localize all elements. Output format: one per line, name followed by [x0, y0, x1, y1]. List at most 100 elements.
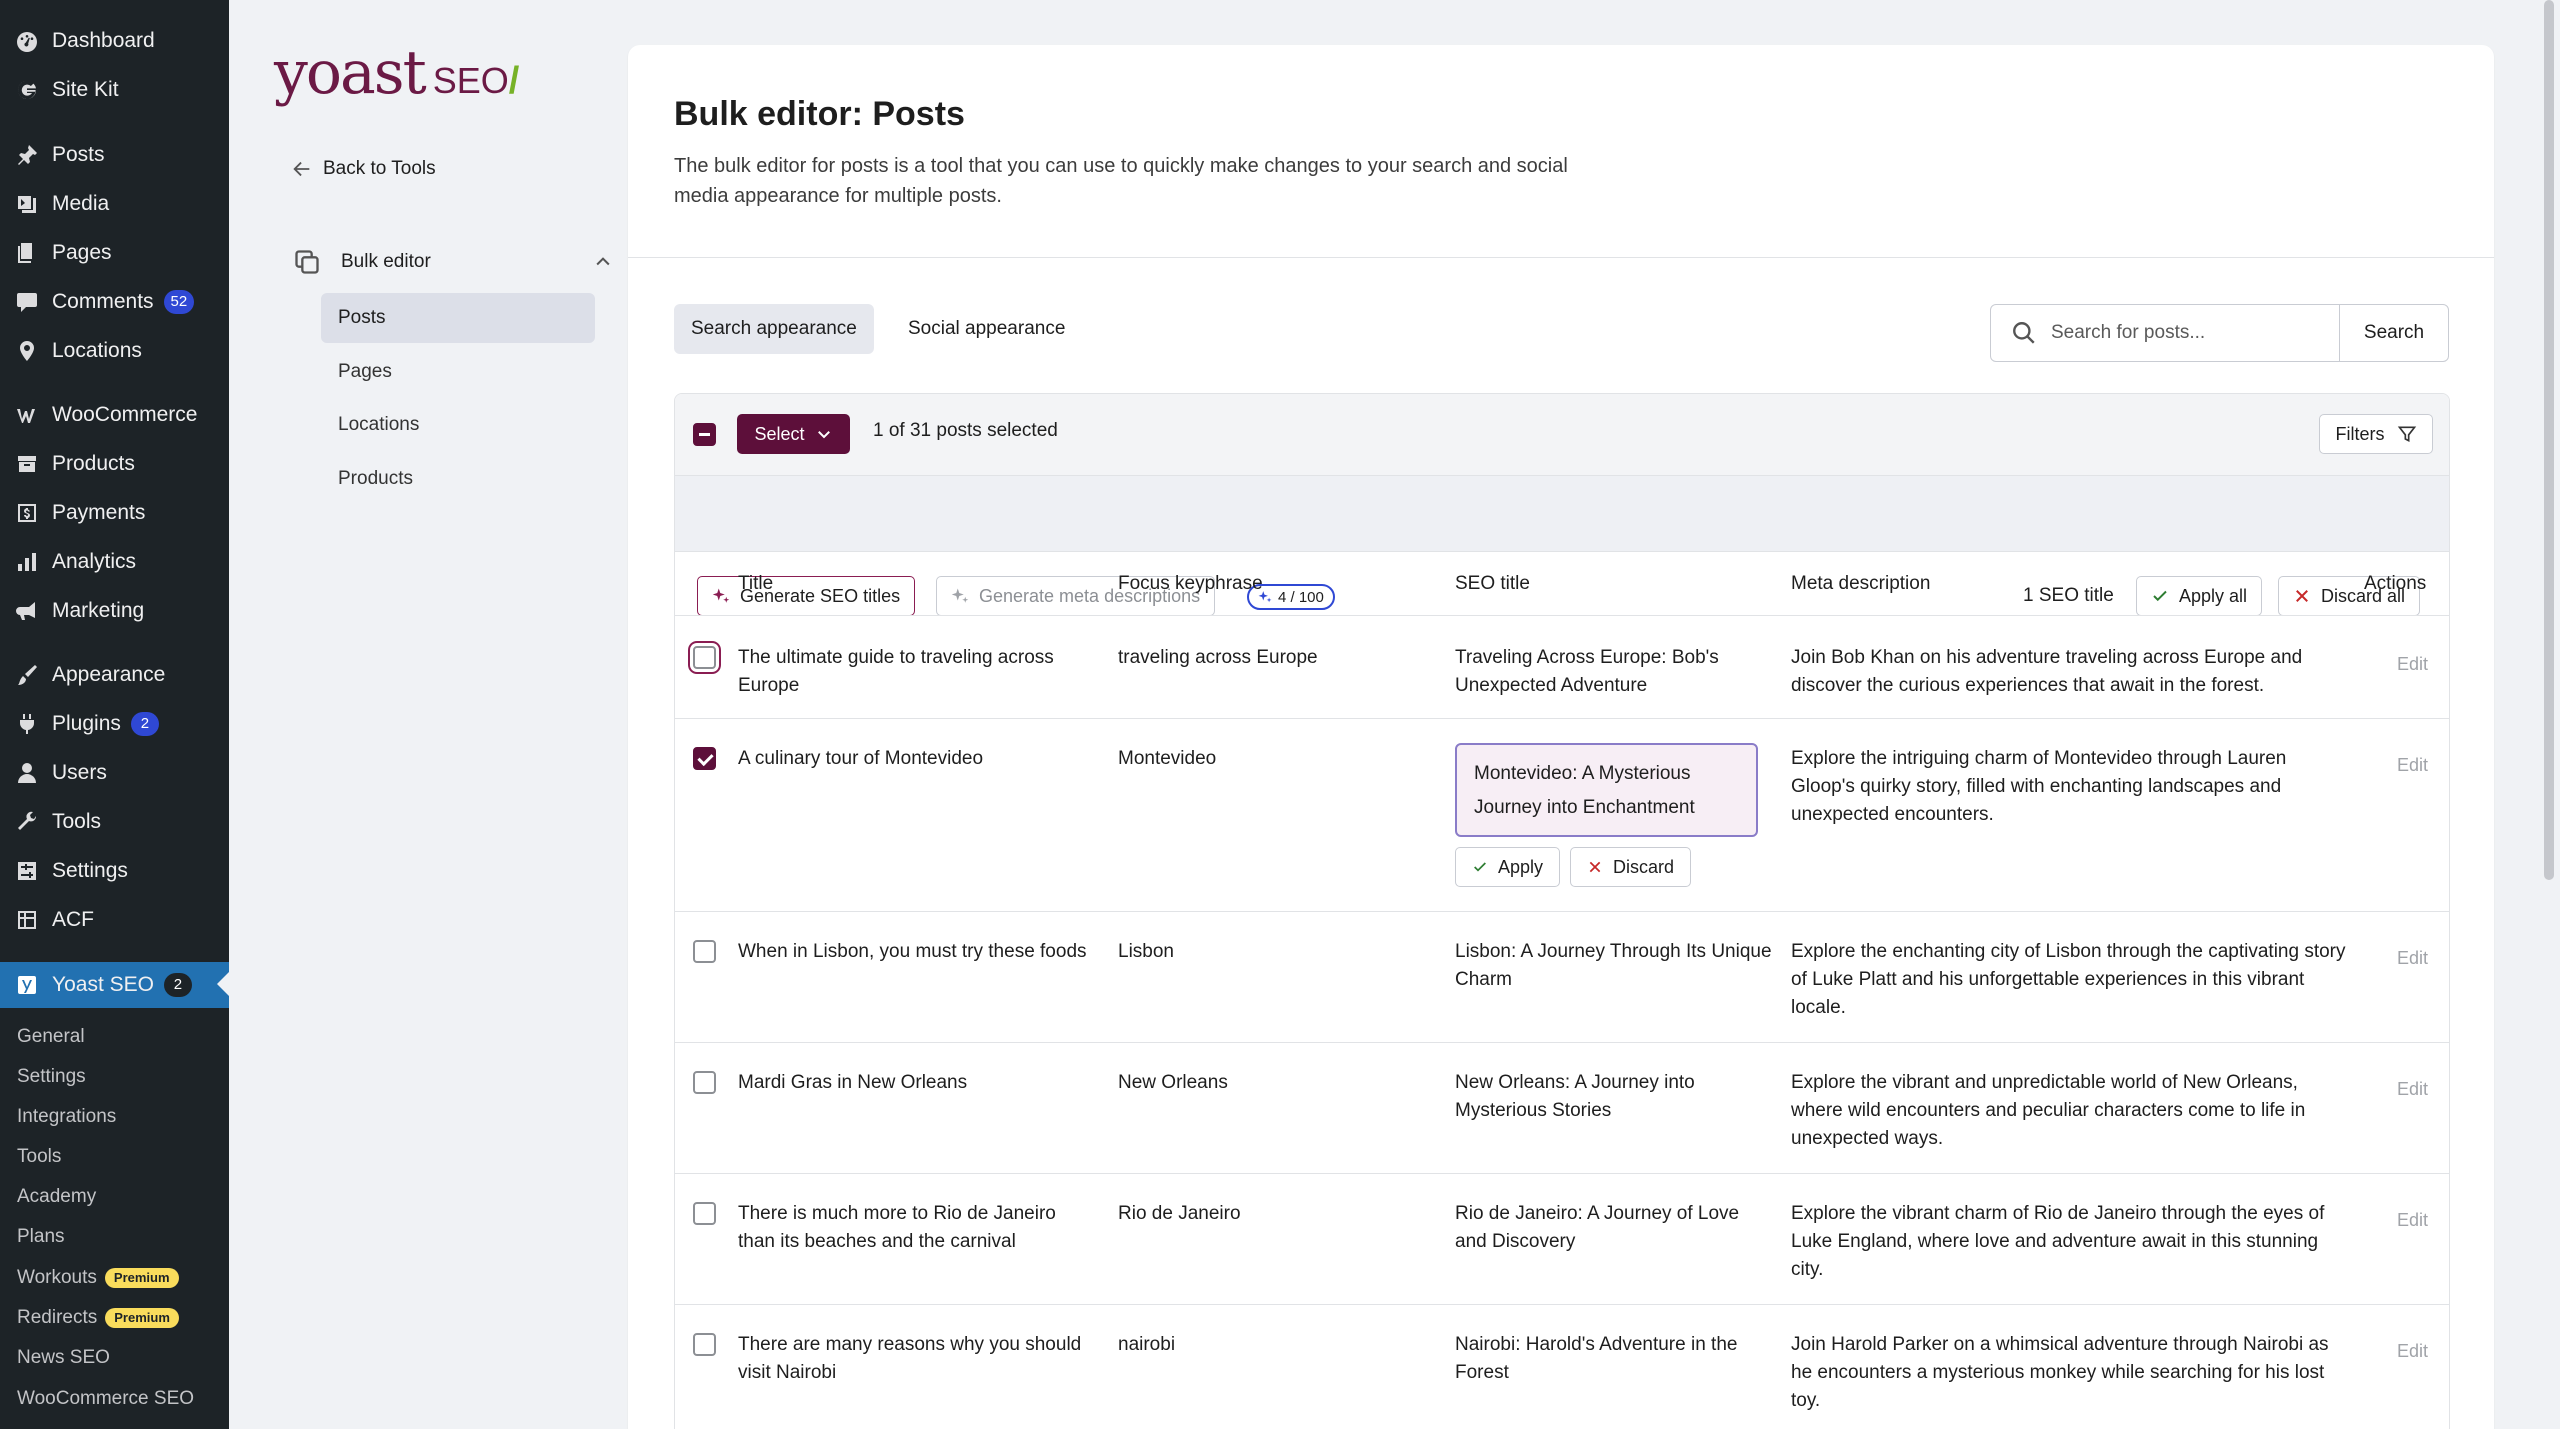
yoast-submenu-woocommerce-seo[interactable]: WooCommerce SEO — [17, 1384, 194, 1414]
analytics-icon — [14, 549, 40, 575]
meta-description: Explore the vibrant charm of Rio de Jane… — [1791, 1203, 2325, 1280]
nav-item-label: Pages — [338, 361, 392, 382]
page-title: Bulk editor: Posts — [674, 95, 965, 133]
close-icon — [1589, 861, 1601, 873]
menu-item-media[interactable]: Media — [0, 182, 229, 226]
yoast-submenu-news-seo[interactable]: News SEO — [17, 1343, 110, 1373]
post-title[interactable]: When in Lisbon, you must try these foods — [738, 938, 1088, 966]
edit-link[interactable]: Edit — [2397, 751, 2428, 779]
table-row: A culinary tour of Montevideo Montevideo… — [675, 719, 2449, 912]
meta-description: Explore the intriguing charm of Montevid… — [1791, 748, 2287, 825]
menu-item-appearance[interactable]: Appearance — [0, 653, 229, 697]
premium-badge: Premium — [104, 1268, 179, 1288]
yoast-submenu-settings[interactable]: Settings — [17, 1062, 86, 1092]
menu-item-payments[interactable]: Payments — [0, 491, 229, 535]
meta-description: Explore the vibrant and unpredictable wo… — [1791, 1072, 2306, 1149]
yoast-navigation: yoast SEO / Back to Tools Bulk editor Po… — [229, 0, 629, 1429]
edit-link[interactable]: Edit — [2397, 944, 2428, 972]
yoast-submenu-academy[interactable]: Academy — [17, 1182, 96, 1212]
select-all-checkbox[interactable] — [693, 423, 716, 446]
yoast-submenu-tools[interactable]: Tools — [17, 1142, 61, 1172]
menu-label: Posts — [52, 143, 105, 166]
acf-icon — [14, 907, 40, 933]
logo-slash: / — [508, 60, 520, 102]
tab-social-appearance[interactable]: Social appearance — [891, 304, 1082, 354]
submenu-label: Workouts — [17, 1267, 97, 1288]
menu-label: Locations — [52, 339, 142, 362]
menu-item-posts[interactable]: Posts — [0, 133, 229, 177]
back-to-tools-link[interactable]: Back to Tools — [291, 158, 436, 180]
discard-button[interactable]: Discard — [1570, 847, 1692, 887]
row-checkbox[interactable] — [693, 1333, 716, 1356]
submenu-label: Plans — [17, 1226, 65, 1247]
row-checkbox[interactable] — [693, 747, 716, 770]
row-checkbox[interactable] — [693, 940, 716, 963]
menu-item-dashboard[interactable]: Dashboard — [0, 19, 229, 63]
submenu-label: News SEO — [17, 1347, 110, 1368]
nav-item-locations[interactable]: Locations — [321, 400, 595, 450]
menu-item-site-kit[interactable]: Site Kit — [0, 68, 229, 112]
yoast-submenu-plans[interactable]: Plans — [17, 1222, 65, 1252]
divider — [628, 257, 2494, 258]
menu-item-tools[interactable]: Tools — [0, 800, 229, 844]
menu-item-acf[interactable]: ACF — [0, 898, 229, 942]
menu-item-locations[interactable]: Locations — [0, 329, 229, 373]
focus-keyphrase: Lisbon — [1118, 941, 1174, 962]
edit-link[interactable]: Edit — [2397, 650, 2428, 678]
menu-item-woocommerce[interactable]: WooCommerce — [0, 393, 229, 437]
apply-button[interactable]: Apply — [1455, 847, 1561, 887]
woocommerce-icon — [14, 402, 40, 428]
row-checkbox[interactable] — [693, 646, 716, 669]
edit-link[interactable]: Edit — [2397, 1337, 2428, 1365]
menu-label: Plugins — [52, 712, 121, 735]
submenu-label: Redirects — [17, 1307, 98, 1328]
post-title[interactable]: A culinary tour of Montevideo — [738, 745, 1088, 773]
menu-item-users[interactable]: Users — [0, 751, 229, 795]
yoast-submenu-redirects[interactable]: Redirects Premium — [17, 1303, 179, 1333]
generated-seo-title-suggestion[interactable]: Montevideo: A Mysterious Journey into En… — [1455, 743, 1758, 837]
menu-item-products[interactable]: Products — [0, 442, 229, 486]
post-title[interactable]: The ultimate guide to traveling across E… — [738, 644, 1088, 700]
row-checkbox[interactable] — [693, 1071, 716, 1094]
nav-item-label: Posts — [338, 307, 386, 328]
scrollbar-thumb[interactable] — [2544, 0, 2554, 880]
logo-wordmark: yoast — [274, 38, 427, 108]
bulk-editor-section-toggle[interactable]: Bulk editor — [293, 244, 613, 280]
menu-item-yoast-seo[interactable]: Yoast SEO 2 — [0, 962, 229, 1008]
edit-link[interactable]: Edit — [2397, 1206, 2428, 1234]
menu-item-comments[interactable]: Comments 52 — [0, 280, 229, 324]
yoast-submenu-workouts[interactable]: Workouts Premium — [17, 1263, 179, 1293]
menu-item-analytics[interactable]: Analytics — [0, 540, 229, 584]
select-dropdown-button[interactable]: Select — [737, 414, 850, 454]
post-title[interactable]: There is much more to Rio de Janeiro tha… — [738, 1200, 1088, 1256]
edit-link[interactable]: Edit — [2397, 1075, 2428, 1103]
search-button[interactable]: Search — [2339, 304, 2449, 362]
table-row: When in Lisbon, you must try these foods… — [675, 912, 2449, 1043]
button-label: Apply — [1498, 856, 1544, 877]
focus-keyphrase: traveling across Europe — [1118, 647, 1318, 668]
submenu-label: Tools — [17, 1146, 62, 1167]
location-icon — [14, 338, 40, 364]
yoast-notification-badge: 2 — [163, 973, 192, 997]
menu-item-marketing[interactable]: Marketing — [0, 589, 229, 633]
menu-item-settings[interactable]: Settings — [0, 849, 229, 893]
nav-item-posts[interactable]: Posts — [321, 293, 595, 343]
post-title[interactable]: Mardi Gras in New Orleans — [738, 1069, 1088, 1097]
tab-search-appearance[interactable]: Search appearance — [674, 304, 874, 354]
menu-item-pages[interactable]: Pages — [0, 231, 229, 275]
google-icon — [14, 77, 40, 103]
chevron-down-icon — [817, 431, 830, 439]
yoast-submenu-integrations[interactable]: Integrations — [17, 1102, 116, 1132]
seo-title: Nairobi: Harold's Adventure in the Fores… — [1455, 1334, 1738, 1383]
nav-item-products[interactable]: Products — [321, 454, 595, 504]
nav-item-pages[interactable]: Pages — [321, 347, 595, 397]
brush-icon — [14, 662, 40, 688]
post-title[interactable]: There are many reasons why you should vi… — [738, 1331, 1088, 1387]
search-input[interactable] — [2051, 322, 2321, 344]
yoast-submenu-general[interactable]: General — [17, 1022, 85, 1052]
menu-label: WooCommerce — [52, 403, 198, 426]
page-scrollbar[interactable] — [2538, 0, 2560, 1429]
row-checkbox[interactable] — [693, 1202, 716, 1225]
menu-item-plugins[interactable]: Plugins 2 — [0, 702, 229, 746]
filters-button[interactable]: Filters — [2319, 414, 2433, 454]
